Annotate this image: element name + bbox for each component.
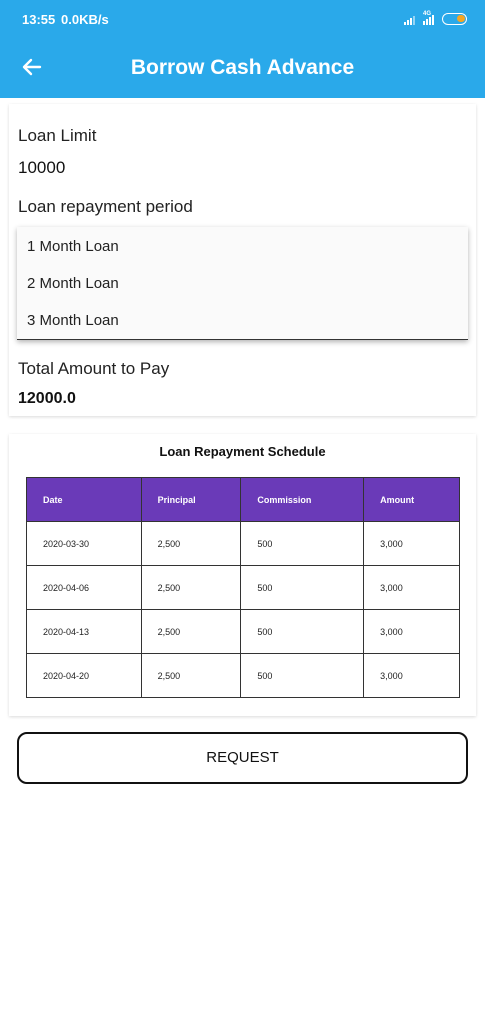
table-row: 2020-04-06 2,500 500 3,000 bbox=[26, 565, 460, 610]
status-icons: 4G bbox=[404, 11, 467, 25]
column-header-amount: Amount bbox=[363, 477, 460, 522]
cell-commission: 500 bbox=[240, 565, 365, 610]
loan-limit-value: 10000 bbox=[18, 158, 66, 177]
cell-amount: 3,000 bbox=[363, 521, 460, 566]
total-amount-label: Total Amount to Pay bbox=[18, 359, 170, 378]
repayment-period-label: Loan repayment period bbox=[18, 197, 193, 216]
cell-date: 2020-04-20 bbox=[26, 653, 142, 698]
cell-principal: 2,500 bbox=[140, 521, 242, 566]
status-time: 13:55 bbox=[22, 12, 56, 27]
option-2-month-loan[interactable]: 2 Month Loan bbox=[27, 275, 119, 292]
cell-date: 2020-04-06 bbox=[26, 565, 142, 610]
request-button[interactable]: REQUEST bbox=[17, 732, 468, 784]
page-title: Borrow Cash Advance bbox=[130, 56, 355, 79]
cell-amount: 3,000 bbox=[363, 653, 460, 698]
total-amount-value: 12000.0 bbox=[18, 390, 76, 407]
battery-icon bbox=[442, 13, 467, 25]
repayment-period-dropdown[interactable]: 1 Month Loan 2 Month Loan 3 Month Loan bbox=[17, 227, 468, 340]
repayment-schedule-table: Date Principal Commission Amount 2020-03… bbox=[26, 477, 460, 698]
option-1-month-loan[interactable]: 1 Month Loan bbox=[27, 238, 119, 255]
column-header-principal: Principal bbox=[140, 477, 242, 522]
status-network-speed: 0.0KB/s bbox=[61, 12, 109, 27]
cell-commission: 500 bbox=[240, 521, 365, 566]
table-header-row: Date Principal Commission Amount bbox=[26, 477, 460, 522]
status-bar: 13:55 0.0KB/s 4G bbox=[0, 0, 485, 38]
cell-date: 2020-03-30 bbox=[26, 521, 142, 566]
option-3-month-loan[interactable]: 3 Month Loan bbox=[27, 312, 119, 329]
network-type-label: 4G bbox=[423, 11, 432, 17]
cell-date: 2020-04-13 bbox=[26, 609, 142, 654]
cell-amount: 3,000 bbox=[363, 565, 460, 610]
cell-amount: 3,000 bbox=[363, 609, 460, 654]
signal-icon bbox=[404, 16, 415, 25]
column-header-date: Date bbox=[26, 477, 142, 522]
loan-limit-label: Loan Limit bbox=[18, 126, 97, 145]
cell-principal: 2,500 bbox=[140, 565, 242, 610]
app-bar: 13:55 0.0KB/s 4G Borrow Cash Advance bbox=[0, 0, 485, 98]
schedule-title: Loan Repayment Schedule bbox=[159, 444, 326, 459]
cell-commission: 500 bbox=[240, 653, 365, 698]
table-row: 2020-03-30 2,500 500 3,000 bbox=[26, 521, 460, 566]
cell-commission: 500 bbox=[240, 609, 365, 654]
table-row: 2020-04-20 2,500 500 3,000 bbox=[26, 653, 460, 698]
cell-principal: 2,500 bbox=[140, 609, 242, 654]
cell-principal: 2,500 bbox=[140, 653, 242, 698]
column-header-commission: Commission bbox=[240, 477, 365, 522]
signal-4g-icon: 4G bbox=[423, 11, 434, 25]
table-row: 2020-04-13 2,500 500 3,000 bbox=[26, 609, 460, 654]
